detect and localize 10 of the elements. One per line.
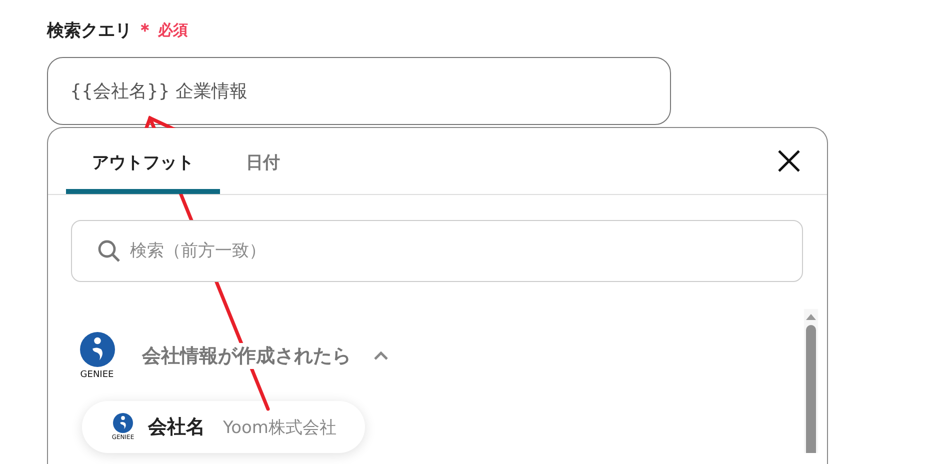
item-name: 会社名 — [148, 415, 205, 440]
search-field[interactable]: 検索（前方一致） — [71, 220, 803, 282]
required-mark: ＊ — [136, 19, 154, 42]
logo-text: GENIEE — [80, 370, 114, 380]
group-title: 会社情報が作成されたら — [142, 343, 351, 369]
required-text: 必須 — [158, 20, 188, 40]
query-field[interactable]: {{会社名}} 企業情報 — [47, 57, 671, 125]
field-label: 検索クエリ — [47, 20, 132, 42]
item-value: Yoom株式会社 — [223, 416, 336, 438]
tab[interactable]: アウトフット — [66, 128, 220, 194]
